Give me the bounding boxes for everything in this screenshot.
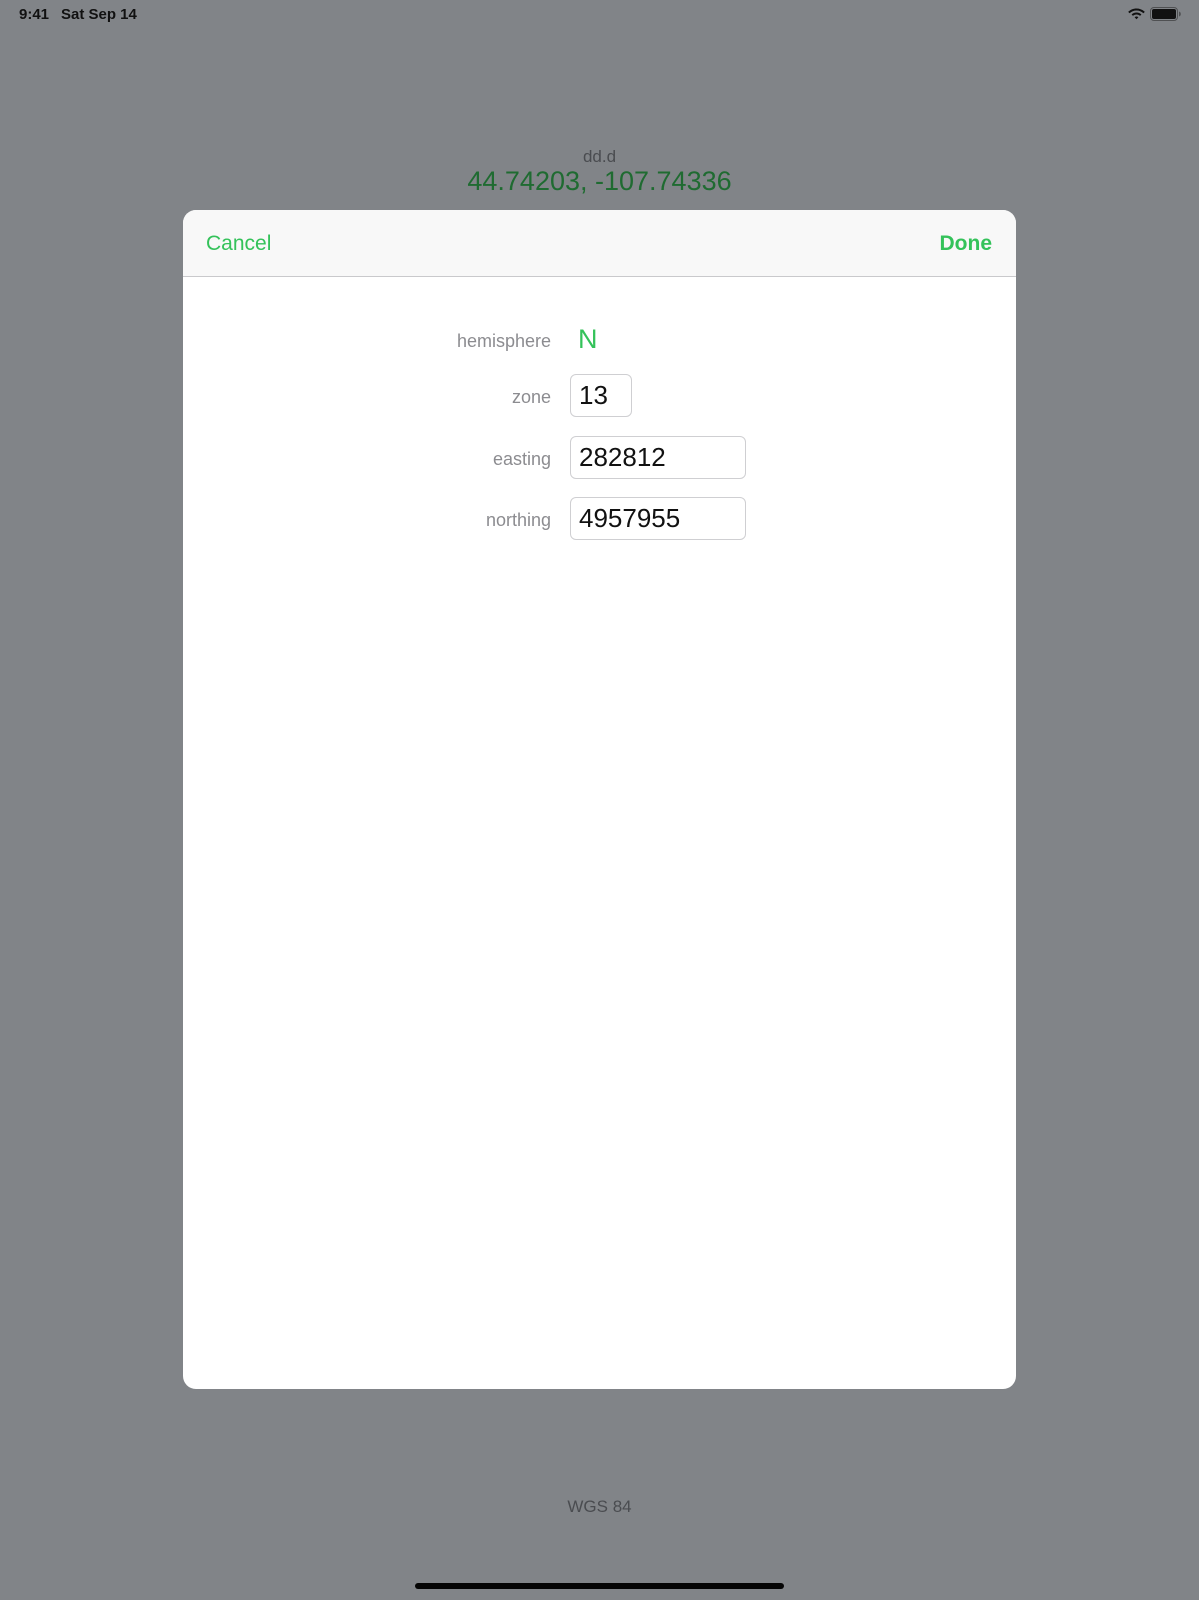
hemisphere-toggle[interactable]: N — [578, 324, 598, 355]
format-label: dd.d — [582, 147, 617, 166]
easting-input[interactable] — [570, 436, 746, 479]
status-date: Sat Sep 14 — [61, 6, 137, 23]
cancel-button[interactable]: Cancel — [206, 232, 271, 256]
zone-input[interactable] — [570, 374, 632, 417]
coordinates-display: 44.74203, -107.74336 — [467, 166, 732, 196]
zone-label: zone — [511, 387, 551, 407]
battery-icon — [1150, 7, 1181, 21]
utm-entry-modal: Cancel Done hemisphere N zone easting no… — [183, 210, 1016, 1389]
northing-input[interactable] — [570, 497, 746, 540]
status-bar: 9:41 Sat Sep 14 — [0, 0, 1199, 30]
status-time: 9:41 — [19, 6, 50, 23]
wifi-icon — [1128, 8, 1145, 20]
easting-label: easting — [492, 449, 551, 469]
hemisphere-label: hemisphere — [456, 331, 551, 351]
done-button[interactable]: Done — [940, 232, 993, 256]
modal-nav-bar: Cancel Done — [183, 210, 1016, 277]
home-indicator[interactable] — [415, 1583, 784, 1589]
datum-label: WGS 84 — [567, 1497, 632, 1516]
northing-label: northing — [485, 510, 551, 530]
